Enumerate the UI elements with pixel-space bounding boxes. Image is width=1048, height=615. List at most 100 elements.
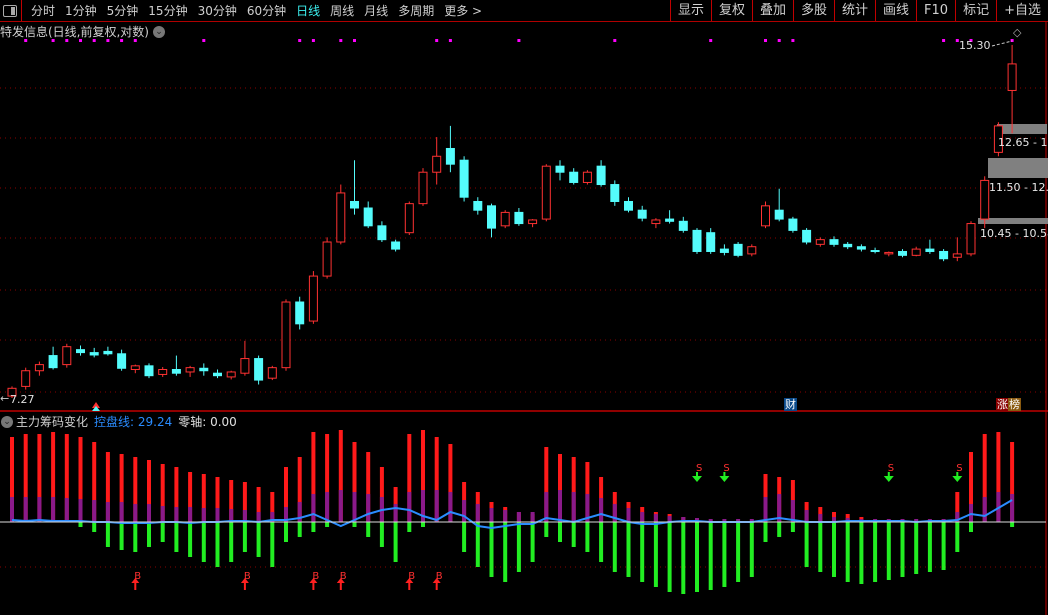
purple-bar	[10, 497, 14, 522]
green-bar	[229, 522, 234, 562]
purple-bar	[393, 504, 398, 522]
buy-signal-label: B	[134, 571, 141, 582]
mark-button[interactable]: 标记	[955, 0, 996, 21]
candle-down	[802, 229, 812, 243]
purple-bar	[462, 500, 467, 522]
indicator-name: 主力筹码变化	[16, 415, 89, 429]
multi-stock-button[interactable]: 多股	[793, 0, 834, 21]
green-bar	[818, 522, 823, 572]
candle-up	[267, 367, 277, 379]
period-monthly[interactable]: 月线	[359, 2, 393, 19]
sidebar-toggle-icon[interactable]	[3, 4, 17, 17]
purple-bar	[599, 498, 604, 522]
green-bar	[736, 522, 741, 582]
candle-up	[747, 246, 757, 255]
period-60min[interactable]: 60分钟	[242, 2, 291, 19]
candle-down	[596, 165, 606, 186]
add-watchlist-button[interactable]: +自选	[996, 0, 1048, 21]
green-bar	[900, 522, 905, 577]
candle-down	[213, 372, 222, 377]
candle-down	[363, 207, 373, 227]
green-bar	[516, 522, 521, 572]
green-bar	[475, 522, 480, 567]
buy-signal-label: B	[244, 571, 251, 582]
kline-chart[interactable]: B B B B B B S S S S	[0, 0, 1048, 615]
purple-bar	[174, 507, 179, 522]
green-bar	[873, 522, 878, 582]
green-bar	[777, 522, 782, 537]
candle-up	[528, 219, 538, 225]
candle-down	[555, 165, 565, 173]
display-button[interactable]: 显示	[669, 0, 711, 21]
green-bar	[489, 522, 494, 577]
green-bar	[530, 522, 535, 562]
green-bar	[160, 522, 165, 542]
signal-marker	[311, 39, 315, 42]
candle-down	[459, 159, 469, 198]
green-bar	[215, 522, 220, 567]
green-bar	[284, 522, 288, 542]
candle-down	[199, 367, 209, 372]
period-daily[interactable]: 日线	[291, 2, 325, 19]
purple-bar	[325, 492, 330, 522]
adjust-button[interactable]: 复权	[710, 0, 752, 21]
signal-marker	[448, 39, 452, 42]
price-zone-label: 11.50 - 12.	[989, 181, 1048, 194]
green-bar	[845, 522, 850, 582]
green-bar	[256, 522, 261, 557]
chevron-down-icon[interactable]: ⌄	[1, 415, 13, 428]
statistics-button[interactable]: 统计	[834, 0, 875, 21]
finance-badge[interactable]: 财	[784, 398, 797, 411]
period-1min[interactable]: 1分钟	[60, 2, 102, 19]
green-bar	[366, 522, 371, 537]
candle-down	[377, 225, 387, 241]
candle-up	[34, 364, 44, 372]
candle-up	[240, 358, 250, 374]
period-30min[interactable]: 30分钟	[193, 2, 242, 19]
candle-up	[404, 203, 414, 234]
overlay-button[interactable]: 叠加	[751, 0, 793, 21]
period-weekly[interactable]: 周线	[325, 2, 359, 19]
price-zone-label: 12.65 - 1	[998, 136, 1048, 149]
signal-marker	[1010, 39, 1014, 42]
green-bar	[379, 522, 384, 547]
arrow-left-icon: ←	[0, 392, 10, 405]
period-5min[interactable]: 5分钟	[102, 2, 144, 19]
buy-signal-label: B	[312, 571, 319, 582]
candle-up	[130, 365, 140, 371]
period-more[interactable]: 更多 >	[439, 2, 487, 19]
purple-bar	[133, 504, 138, 522]
candle-down	[637, 209, 647, 219]
candle-down	[692, 229, 702, 252]
candle-down	[939, 250, 949, 260]
purple-bar	[352, 492, 357, 522]
ranking-badge[interactable]: 榜	[1008, 398, 1021, 411]
f10-button[interactable]: F10	[916, 0, 955, 21]
candle-up	[651, 219, 661, 225]
candle-down	[719, 248, 729, 253]
candle-down	[117, 353, 127, 369]
green-bar	[242, 522, 247, 552]
draw-line-button[interactable]: 画线	[875, 0, 916, 21]
candle-down	[48, 355, 58, 369]
buy-signal-label: B	[340, 571, 347, 582]
period-multi[interactable]: 多周期	[393, 2, 439, 19]
signal-marker	[517, 39, 521, 42]
green-bar	[119, 522, 124, 550]
green-bar	[955, 522, 960, 552]
green-bar	[174, 522, 179, 552]
candle-up	[158, 369, 168, 375]
green-bar	[571, 522, 576, 547]
green-bar	[325, 522, 330, 527]
diamond-icon[interactable]: ◇	[1013, 26, 1021, 39]
candle-down	[925, 248, 935, 252]
purple-bar	[1010, 494, 1015, 522]
purple-bar	[558, 490, 562, 522]
purple-bar	[571, 492, 576, 522]
period-15min[interactable]: 15分钟	[143, 2, 192, 19]
sell-signal-label: S	[696, 463, 702, 474]
candle-down	[898, 250, 907, 256]
chevron-down-icon[interactable]: ⌄	[153, 25, 165, 38]
price-zone-bar	[997, 124, 1047, 134]
period-intraday[interactable]: 分时	[26, 2, 60, 19]
